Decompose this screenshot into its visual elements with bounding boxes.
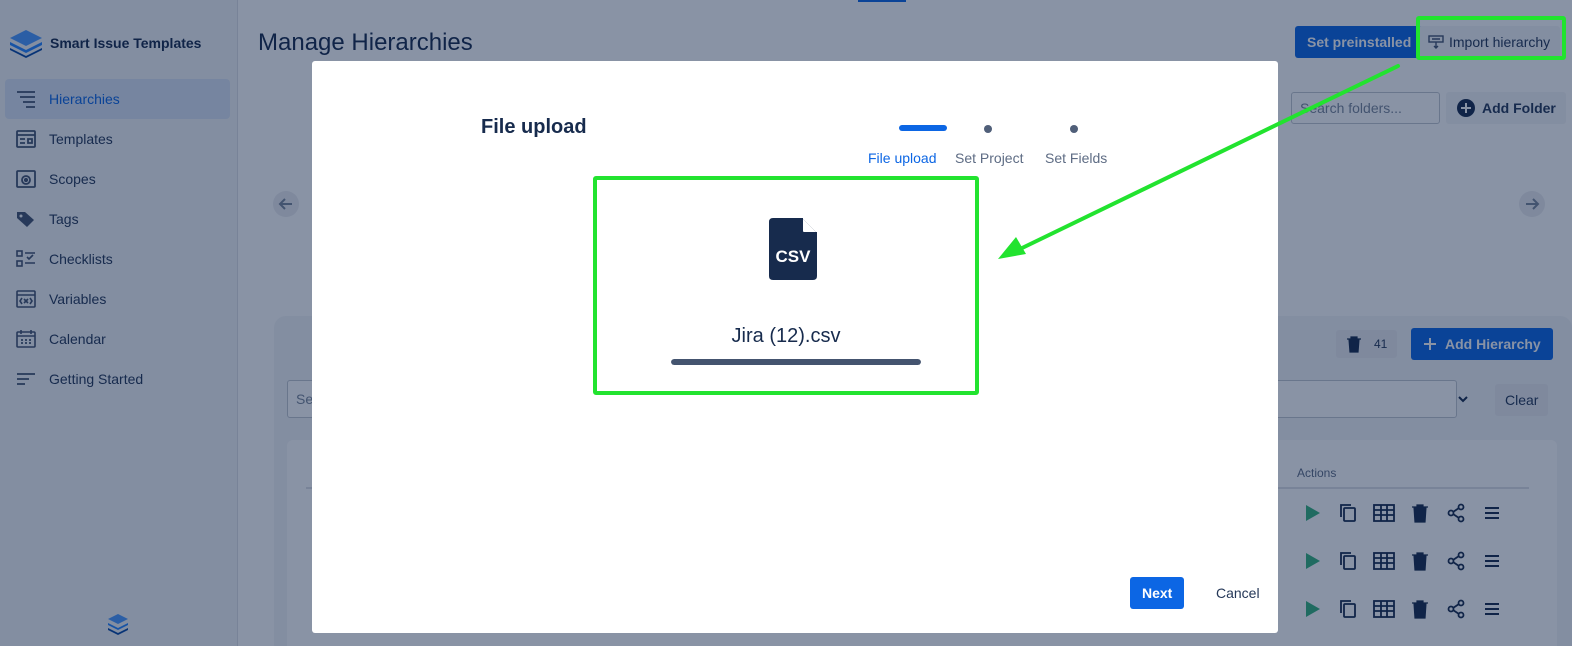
annotation-arrow (998, 64, 1400, 259)
